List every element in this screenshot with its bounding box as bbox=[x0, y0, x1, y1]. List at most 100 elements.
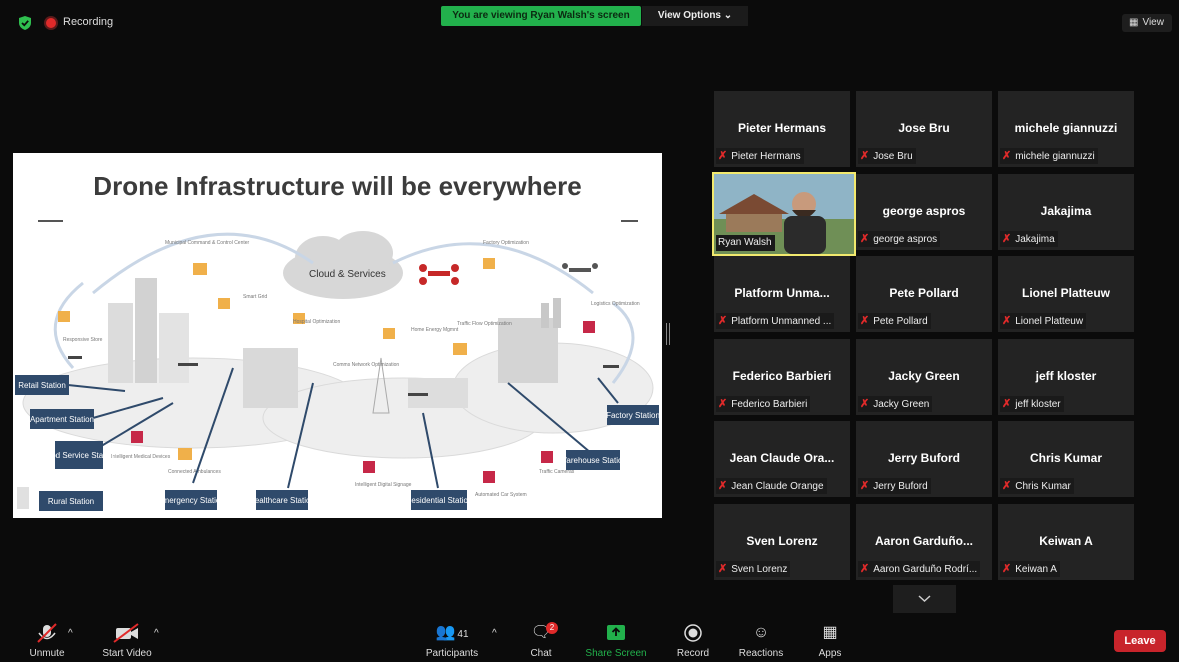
chevron-down-icon: ⌄ bbox=[723, 10, 733, 21]
muted-mic-icon: ✗ bbox=[1002, 562, 1012, 575]
muted-mic-icon: ✗ bbox=[860, 232, 870, 245]
share-screen-label: Share Screen bbox=[585, 648, 647, 659]
viewing-screen-banner: You are viewing Ryan Walsh's screen bbox=[441, 6, 641, 26]
record-button[interactable]: Record bbox=[674, 622, 712, 659]
participant-display-name: jeff kloster bbox=[1035, 368, 1097, 383]
share-screen-icon bbox=[607, 625, 625, 640]
slide-small-label: Automated Car System bbox=[475, 492, 527, 498]
apps-button[interactable]: ▦ Apps bbox=[814, 622, 846, 659]
slide-small-label: Home Energy Mgmnt bbox=[411, 327, 459, 333]
participants-label: Participants bbox=[425, 648, 479, 659]
station-label: Apartment Station bbox=[30, 415, 94, 424]
apps-icon: ▦ bbox=[822, 624, 838, 641]
participant-name-label: ✗ Lionel Platteuw bbox=[1000, 313, 1087, 329]
participant-display-name: Jerry Buford bbox=[887, 451, 961, 465]
gallery-scroll-down-button[interactable] bbox=[893, 585, 956, 613]
participant-tile[interactable]: Federico Barbieri ✗ Federico Barbieri bbox=[714, 338, 850, 415]
participant-display-name: Platform Unma... bbox=[734, 286, 830, 300]
participant-name-label: ✗ Platform Unmanned ... bbox=[716, 313, 835, 329]
slide-small-label: Municipal Command & Control Center bbox=[165, 240, 250, 246]
muted-mic-icon: ✗ bbox=[860, 562, 870, 575]
participant-name-label: ✗ Jakajima bbox=[1000, 230, 1058, 247]
station-label: Food Service Station bbox=[42, 451, 116, 460]
recording-label: Recording bbox=[63, 16, 114, 28]
participant-tile[interactable]: Jerry Buford ✗ Jerry Buford bbox=[856, 421, 992, 497]
slide-small-label: Hospital Optimization bbox=[293, 319, 340, 325]
participants-icon: 👥 41 bbox=[435, 624, 469, 641]
participant-tile[interactable]: jeff kloster ✗ jeff kloster bbox=[998, 338, 1134, 415]
participant-name-label: ✗ Pete Pollard bbox=[858, 313, 931, 329]
participant-tile[interactable]: george aspros ✗ george aspros bbox=[856, 173, 992, 250]
participant-display-name: Sven Lorenz bbox=[746, 533, 818, 548]
drone-infrastructure-illustration: Municipal Command & Control Center Facto… bbox=[15, 220, 660, 511]
view-options-label: View Options bbox=[657, 10, 721, 21]
participant-name-label: ✗ Jose Bru bbox=[858, 148, 916, 164]
muted-mic-icon: ✗ bbox=[718, 150, 728, 162]
participant-display-name: Lionel Platteuw bbox=[1021, 286, 1110, 300]
participant-name-label: ✗ michele giannuzzi bbox=[1000, 148, 1098, 164]
participant-tile[interactable]: Pete Pollard ✗ Pete Pollard bbox=[856, 256, 992, 332]
view-button[interactable]: ▦ View bbox=[1122, 14, 1172, 32]
leave-button[interactable]: Leave bbox=[1114, 630, 1166, 652]
muted-mic-icon: ✗ bbox=[718, 480, 728, 492]
participant-display-name: michele giannuzzi bbox=[1014, 121, 1118, 135]
participant-display-name: george aspros bbox=[882, 203, 966, 218]
slide-small-label: Connected Ambulances bbox=[168, 469, 221, 475]
view-options-button[interactable]: View Options ⌄ bbox=[642, 6, 748, 26]
share-screen-button[interactable]: Share Screen bbox=[584, 622, 648, 659]
participants-button[interactable]: 👥 41 Participants bbox=[422, 622, 482, 659]
chat-unread-badge: 2 bbox=[546, 622, 558, 634]
muted-mic-icon: ✗ bbox=[1002, 232, 1012, 245]
reactions-button[interactable]: ☺ Reactions bbox=[736, 622, 786, 659]
video-options-caret[interactable]: ^ bbox=[154, 628, 159, 639]
participant-display-name: Jakajima bbox=[1040, 203, 1092, 218]
participant-tile[interactable]: Lionel Platteuw ✗ Lionel Platteuw bbox=[998, 256, 1134, 332]
slide-small-label: Traffic Flow Optimization bbox=[457, 321, 512, 327]
muted-mic-icon: ✗ bbox=[718, 397, 728, 410]
participant-name-label: ✗ Keiwan A bbox=[1000, 560, 1060, 577]
muted-mic-icon: ✗ bbox=[860, 315, 870, 327]
station-label: Retail Station bbox=[18, 381, 66, 390]
participant-name-label: Ryan Walsh bbox=[716, 234, 775, 251]
grid-icon: ▦ bbox=[1129, 17, 1139, 28]
record-icon bbox=[684, 624, 702, 642]
participant-tile[interactable]: Jose Bru ✗ Jose Bru bbox=[856, 91, 992, 167]
chat-label: Chat bbox=[530, 648, 552, 659]
shared-screen-slide[interactable]: Drone Infrastructure will be everywhere bbox=[13, 153, 662, 518]
splitter-handle[interactable] bbox=[666, 323, 670, 345]
slide-small-label: Comms Network Optimization bbox=[333, 362, 399, 368]
participant-tile[interactable]: Jean Claude Ora... ✗ Jean Claude Orange bbox=[714, 421, 850, 497]
unmute-button[interactable]: Unmute bbox=[24, 622, 70, 659]
start-video-button[interactable]: Start Video bbox=[98, 622, 156, 659]
participant-tile[interactable]: Chris Kumar ✗ Chris Kumar bbox=[998, 421, 1134, 497]
slide-small-label: Smart Grid bbox=[243, 294, 267, 300]
participant-tile[interactable]: Jakajima ✗ Jakajima bbox=[998, 173, 1134, 250]
participant-tile[interactable]: Jacky Green ✗ Jacky Green bbox=[856, 338, 992, 415]
participant-display-name: Jacky Green bbox=[888, 368, 960, 383]
muted-mic-icon: ✗ bbox=[1002, 480, 1012, 492]
participant-name-label: ✗ Jean Claude Orange bbox=[716, 478, 827, 494]
station-label: Residential Station bbox=[406, 496, 473, 505]
muted-mic-icon: ✗ bbox=[718, 315, 728, 327]
participant-tile[interactable]: Pieter Hermans ✗ Pieter Hermans bbox=[714, 91, 850, 167]
participant-display-name: Federico Barbieri bbox=[732, 368, 832, 383]
station-label: Rural Station bbox=[48, 497, 94, 506]
participant-tile[interactable]: Aaron Garduño... ✗ Aaron Garduño Rodrí... bbox=[856, 503, 992, 580]
participant-tile[interactable]: Platform Unma... ✗ Platform Unmanned ... bbox=[714, 256, 850, 332]
participant-tile[interactable]: Ryan Walsh bbox=[712, 171, 856, 256]
audio-options-caret[interactable]: ^ bbox=[68, 628, 73, 639]
participant-display-name: Pete Pollard bbox=[889, 286, 959, 300]
participant-name-label: ✗ Chris Kumar bbox=[1000, 478, 1074, 494]
participant-name-label: ✗ Jacky Green bbox=[858, 395, 933, 412]
participant-tile[interactable]: Sven Lorenz ✗ Sven Lorenz bbox=[714, 503, 850, 580]
apps-label: Apps bbox=[818, 648, 842, 659]
participant-name-label: ✗ Sven Lorenz bbox=[716, 560, 791, 577]
participant-name-label: ✗ Federico Barbieri bbox=[716, 395, 811, 412]
participant-tile[interactable]: Keiwan A ✗ Keiwan A bbox=[998, 503, 1134, 580]
slide-small-label: Logistics Optimization bbox=[591, 301, 640, 307]
muted-mic-icon: ✗ bbox=[1002, 150, 1012, 162]
participants-options-caret[interactable]: ^ bbox=[492, 628, 497, 639]
participant-tile[interactable]: michele giannuzzi ✗ michele giannuzzi bbox=[998, 91, 1134, 167]
shield-check-icon[interactable] bbox=[18, 15, 32, 31]
participant-name-label: ✗ Jerry Buford bbox=[858, 478, 931, 494]
